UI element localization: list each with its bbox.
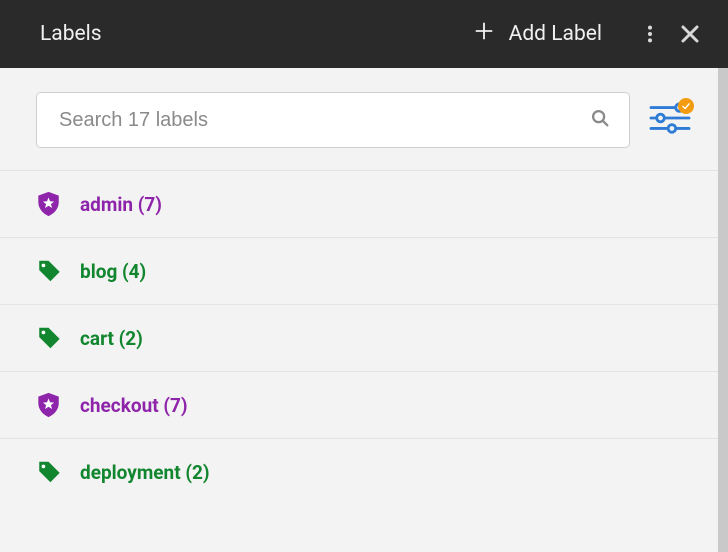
tag-icon [36,459,62,485]
add-label-text: Add Label [509,22,602,46]
labels-panel: Labels Add Label [0,0,728,552]
label-row-blog[interactable]: blog (4) [0,237,718,304]
filter-button[interactable] [646,96,694,144]
search-row [0,68,718,170]
label-text: cart (2) [80,327,143,350]
search-icon [589,107,611,133]
plus-icon [473,20,495,48]
add-label-button[interactable]: Add Label [473,20,602,48]
shield-icon [36,191,62,217]
tag-icon [36,325,62,351]
label-text: admin (7) [80,193,162,216]
close-icon [678,22,702,46]
label-text: checkout (7) [80,394,188,417]
shield-icon [36,392,62,418]
label-row-cart[interactable]: cart (2) [0,304,718,371]
label-text: deployment (2) [80,461,210,484]
search-box[interactable] [36,92,630,148]
search-input[interactable] [59,109,589,132]
label-text: blog (4) [80,260,146,283]
label-row-deployment[interactable]: deployment (2) [0,438,718,505]
label-list: admin (7) blog (4) cart (2) checkout (7) dep… [0,170,718,552]
panel-body: admin (7) blog (4) cart (2) checkout (7) dep… [0,68,728,552]
tag-icon [36,258,62,284]
more-options-button[interactable] [634,18,666,50]
panel-title: Labels [40,22,102,46]
close-button[interactable] [674,18,706,50]
panel-header: Labels Add Label [0,0,728,68]
filter-active-badge [678,98,694,114]
more-vertical-icon [639,23,661,45]
label-row-admin[interactable]: admin (7) [0,170,718,237]
label-row-checkout[interactable]: checkout (7) [0,371,718,438]
